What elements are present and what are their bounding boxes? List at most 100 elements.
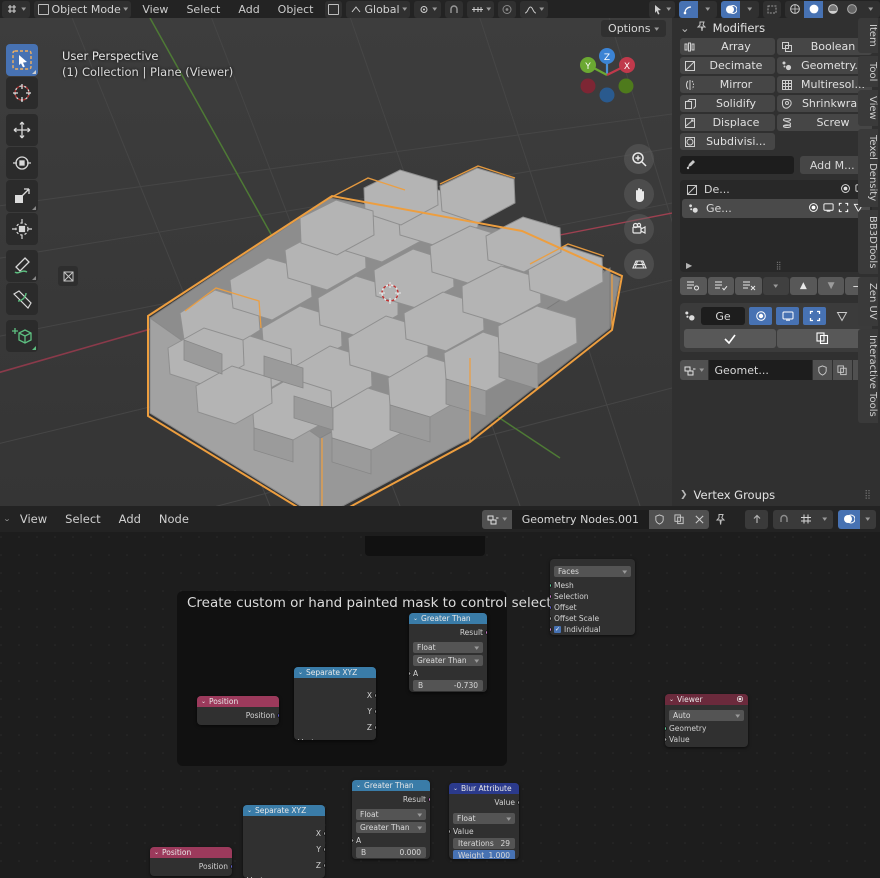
- transform-orientation[interactable]: Global ▾: [345, 0, 411, 18]
- node-input-row[interactable]: Geometry: [665, 723, 744, 734]
- modifier-displace[interactable]: Displace: [680, 114, 775, 131]
- node-viewer[interactable]: ⌄ Viewer Auto ▾ Geometry Value: [665, 694, 748, 747]
- select-visibility-button[interactable]: ▾: [649, 0, 675, 18]
- output-socket[interactable]: [323, 863, 325, 868]
- input-socket-value[interactable]: [665, 735, 669, 744]
- operation-dropdown[interactable]: Greater Than ▾: [413, 655, 483, 666]
- tab-item[interactable]: Item: [858, 18, 878, 53]
- node-input-row[interactable]: Offset: [550, 602, 631, 613]
- tab-bb3dtools[interactable]: BB3DTools: [858, 210, 878, 275]
- modifier-array[interactable]: Array: [680, 38, 775, 55]
- browse-nodetree-icon[interactable]: ▾: [680, 360, 708, 380]
- node-position-2[interactable]: ⌄ Position Position: [150, 847, 232, 876]
- menu-select[interactable]: Select: [179, 1, 227, 18]
- domain-dropdown[interactable]: Auto ▾: [669, 710, 744, 721]
- tool-scale[interactable]: [6, 180, 38, 212]
- output-socket[interactable]: [374, 709, 376, 714]
- node-input-row[interactable]: Vector: [298, 737, 372, 740]
- viewport-overlay-toggle[interactable]: [58, 266, 78, 286]
- input-socket-geometry[interactable]: [665, 726, 667, 731]
- node-header[interactable]: ⌄ Separate XYZ: [294, 667, 376, 678]
- mode-box-icon[interactable]: [324, 0, 342, 18]
- output-socket[interactable]: [277, 713, 279, 718]
- output-socket[interactable]: [517, 800, 519, 805]
- move-down-button[interactable]: ▼: [817, 277, 845, 295]
- operation-dropdown[interactable]: Greater Than ▾: [356, 822, 426, 833]
- tab-zen-uv[interactable]: Zen UV: [858, 277, 878, 327]
- output-socket[interactable]: [374, 725, 376, 730]
- node-header[interactable]: ⌄ Greater Than: [352, 780, 430, 791]
- show-overlays-toggle[interactable]: [721, 0, 740, 18]
- snap-to-button[interactable]: ▾: [466, 0, 495, 18]
- overlay-toggle-group[interactable]: ▾: [721, 0, 759, 18]
- move-up-button[interactable]: ▲: [790, 277, 817, 295]
- modifier-search-input[interactable]: [680, 156, 794, 174]
- node-header[interactable]: ⌄ Blur Attribute: [449, 783, 519, 794]
- node-menu-select[interactable]: Select: [57, 512, 108, 526]
- grip-dots[interactable]: ⣿: [776, 261, 783, 270]
- field-b[interactable]: B 0.000: [356, 847, 426, 858]
- node-input-row-value[interactable]: Value: [449, 826, 515, 837]
- node-output-row[interactable]: Y: [298, 706, 376, 717]
- node-output-row[interactable]: Z: [298, 722, 376, 733]
- shading-mode-group[interactable]: ▾: [785, 0, 880, 18]
- overlay-dropdown[interactable]: ▾: [740, 0, 759, 18]
- modifier-stack-list[interactable]: De... Ge... ▶ ⣿: [680, 180, 872, 272]
- node-header[interactable]: ⌄ Separate XYZ: [243, 805, 325, 816]
- node-menu-add[interactable]: Add: [111, 512, 149, 526]
- modifier-name-field[interactable]: Ge: [701, 307, 745, 325]
- hand-pan-icon[interactable]: [624, 179, 654, 209]
- output-socket[interactable]: [323, 847, 325, 852]
- input-socket[interactable]: [352, 836, 356, 845]
- output-socket[interactable]: [428, 797, 430, 802]
- data-type-dropdown[interactable]: Float ▾: [453, 813, 515, 824]
- new-copy-icon[interactable]: [669, 509, 689, 529]
- unlink-x-icon[interactable]: [689, 509, 709, 529]
- input-socket-mesh[interactable]: [550, 583, 552, 588]
- stack-item-geometry-nodes[interactable]: Ge...: [682, 199, 870, 218]
- node-greater-than-1[interactable]: ⌄ Greater Than Result Float ▾ Greater Tha…: [409, 613, 487, 692]
- tool-rotate[interactable]: [6, 147, 38, 179]
- new-copy-icon[interactable]: [833, 360, 852, 380]
- node-header[interactable]: ⌄ Position: [197, 696, 279, 707]
- modifiers-panel-header[interactable]: ⌄ Modifiers ⣿: [672, 18, 880, 38]
- node-blur-attribute[interactable]: ⌄ Blur Attribute Value Float ▾ Value Iter…: [449, 783, 519, 859]
- node-input-row-individual[interactable]: ✓ Individual: [550, 624, 631, 635]
- tab-texel-density[interactable]: Texel Density: [858, 128, 878, 208]
- node-output-row[interactable]: Value: [453, 797, 519, 808]
- node-output-row[interactable]: Result: [356, 794, 430, 805]
- solid-shading[interactable]: [804, 0, 823, 18]
- output-socket[interactable]: [485, 630, 487, 635]
- editor-type-icon[interactable]: ⌄: [3, 515, 11, 523]
- snap-magnet-icon[interactable]: [773, 509, 795, 529]
- fake-user-shield-icon[interactable]: [649, 509, 669, 529]
- node-menu-node[interactable]: Node: [151, 512, 197, 526]
- wireframe-shading[interactable]: [785, 0, 804, 18]
- node-position-1[interactable]: ⌄ Position Position: [197, 696, 279, 725]
- modifier-decimate[interactable]: Decimate: [680, 57, 775, 74]
- options-button[interactable]: Options ▾: [601, 20, 666, 37]
- input-socket-individual[interactable]: [550, 627, 552, 632]
- input-socket-offset[interactable]: [550, 605, 552, 610]
- shading-dropdown[interactable]: ▾: [861, 0, 880, 18]
- pin-icon[interactable]: [709, 513, 731, 526]
- node-separate-xyz-1[interactable]: ⌄ Separate XYZ X Y Z Vector: [294, 667, 376, 740]
- node-input-row[interactable]: Value: [665, 734, 744, 745]
- vertex-groups-panel-header[interactable]: ❯ Vertex Groups ⣿: [672, 488, 880, 502]
- proportional-edit-toggle[interactable]: [498, 0, 517, 18]
- display-filter-button[interactable]: [680, 277, 707, 295]
- xray-toggle[interactable]: [763, 0, 781, 18]
- gizmo-dropdown[interactable]: ▾: [698, 0, 717, 18]
- deselect-all-button[interactable]: [735, 277, 763, 295]
- tab-interactive-tools[interactable]: Interactive Tools: [858, 329, 878, 423]
- mode-selector[interactable]: Object Mode ▾: [33, 0, 132, 18]
- node-input-row-a[interactable]: A: [352, 835, 426, 846]
- modifier-mirror[interactable]: Mirror: [680, 76, 775, 93]
- snap-magnet-toggle[interactable]: [444, 0, 463, 18]
- modifier-subdivision[interactable]: Subdivisi...: [680, 133, 775, 150]
- node-faces-group[interactable]: Faces ▾ Mesh Selection Offset Offset Scal…: [550, 559, 635, 635]
- tool-move[interactable]: [6, 114, 38, 146]
- node-output-row[interactable]: Result: [413, 627, 487, 638]
- node-output-row[interactable]: Y: [247, 844, 325, 855]
- material-preview-shading[interactable]: [823, 0, 842, 18]
